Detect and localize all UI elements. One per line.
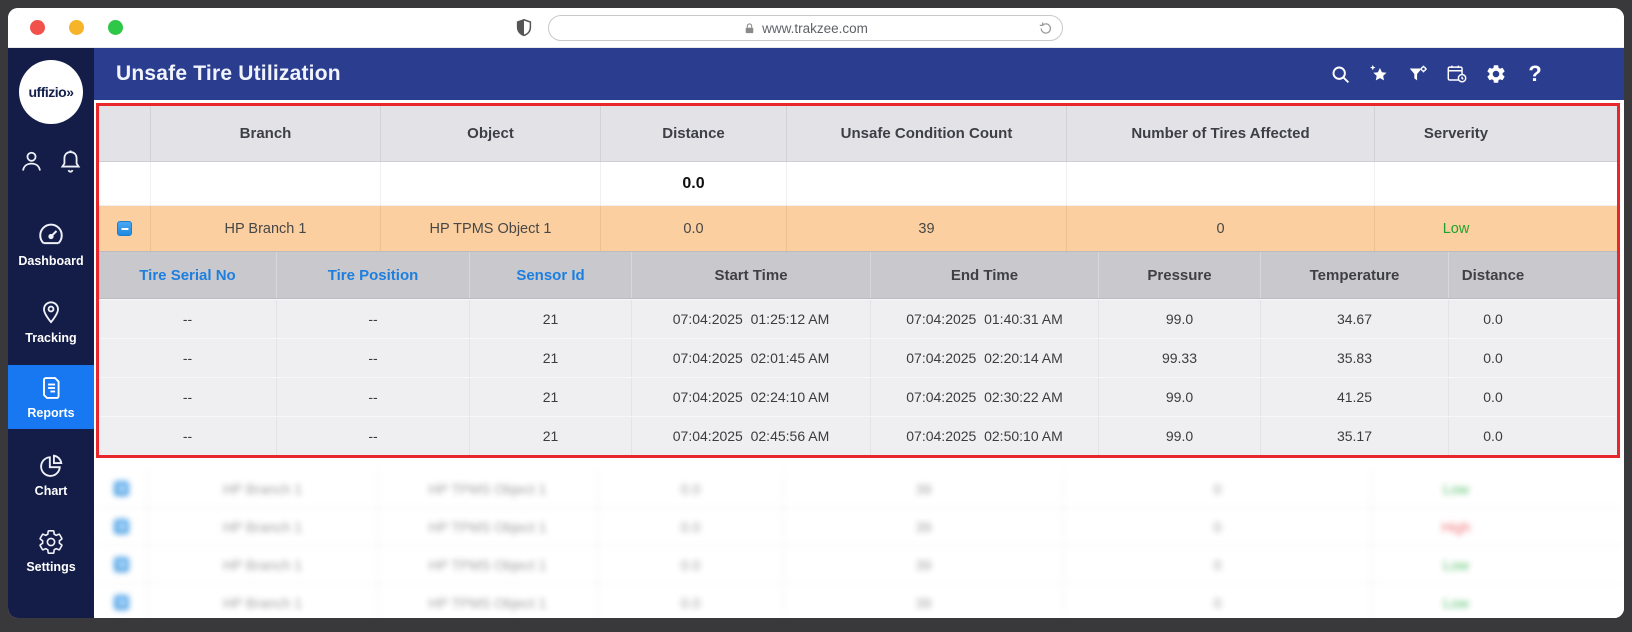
help-icon[interactable]: ? [1524,61,1546,86]
sidebar-item-label: Dashboard [18,254,84,268]
column-header-tires-affected[interactable]: Number of Tires Affected [1067,106,1375,161]
report-table-header: Branch Object Distance Unsafe Condition … [99,106,1617,162]
page-title: Unsafe Tire Utilization [116,62,341,85]
sidebar-item-tracking[interactable]: Tracking [8,290,94,354]
sidebar-item-chart[interactable]: Chart [8,443,94,507]
column-header-severity[interactable]: Serverity [1375,106,1617,161]
column-header-end-time[interactable]: End Time [871,252,1099,298]
sidebar-item-label: Settings [26,560,76,574]
column-header-start-time[interactable]: Start Time [632,252,871,298]
group-object: HP TPMS Object 1 [381,206,601,251]
group-distance: 0.0 [601,206,787,251]
app-logo[interactable]: uffizio» [19,60,83,124]
settings-gear-icon[interactable] [1485,63,1507,85]
summary-distance: 0.0 [601,162,787,205]
column-header-tire-serial[interactable]: Tire Serial No [99,252,277,298]
collapse-row-button[interactable] [117,221,132,236]
search-icon[interactable] [1329,63,1351,85]
column-header-object[interactable]: Object [381,106,601,161]
settings-gear-icon [39,529,63,555]
table-row: HP Branch 1 HP TPMS Object 1 0.0 39 0 Lo… [96,470,1620,508]
browser-chrome: www.trakzee.com [8,8,1624,48]
table-row: HP Branch 1 HP TPMS Object 1 0.0 39 0 Lo… [96,546,1620,584]
detail-table-header: Tire Serial No Tire Position Sensor Id S… [99,251,1617,299]
schedule-calendar-icon[interactable] [1446,63,1468,85]
filter-settings-icon[interactable] [1407,63,1429,85]
expanded-group-row: HP Branch 1 HP TPMS Object 1 0.0 39 0 Lo… [99,206,1617,251]
column-header-distance[interactable]: Distance [601,106,787,161]
expand-row-button[interactable] [114,557,129,572]
logo-text: uffizio» [28,84,75,100]
sidebar-item-settings[interactable]: Settings [8,519,94,583]
privacy-shield-icon[interactable] [513,16,535,40]
report-content: Branch Object Distance Unsafe Condition … [94,100,1624,618]
detail-row: -- -- 21 07:04:2025 02:45:56 AM 07:04:20… [99,416,1617,455]
sidebar-item-label: Chart [34,484,68,498]
sidebar: uffizio» Dashboard Tracking Reports Char… [8,48,94,618]
chart-pie-icon [40,454,63,477]
sidebar-item-dashboard[interactable]: Dashboard [8,211,94,277]
detail-row: -- -- 21 07:04:2025 01:25:12 AM 07:04:20… [99,299,1617,338]
column-header-branch[interactable]: Branch [151,106,381,161]
column-header-detail-distance[interactable]: Distance [1449,252,1617,298]
reports-document-icon [43,377,60,399]
minimize-button[interactable] [69,20,84,35]
user-icon[interactable] [18,148,45,175]
sidebar-item-label: Reports [27,406,75,420]
column-header-tire-position[interactable]: Tire Position [277,252,470,298]
close-button[interactable] [30,20,45,35]
column-header-sensor-id[interactable]: Sensor Id [470,252,632,298]
expand-column-header [99,106,151,161]
page-topbar: Unsafe Tire Utilization ? [94,48,1624,100]
address-bar[interactable]: www.trakzee.com [548,15,1063,41]
sidebar-item-label: Tracking [25,331,77,345]
reload-icon[interactable] [1037,20,1054,37]
notifications-bell-icon[interactable] [57,148,84,175]
unsafe-tire-report-table: Branch Object Distance Unsafe Condition … [96,103,1620,458]
lock-icon [745,22,754,33]
group-tires-affected: 0 [1067,206,1375,251]
group-severity: Low [1442,220,1470,237]
favorites-star-icon[interactable] [1368,63,1390,85]
sidebar-item-reports[interactable]: Reports [8,365,94,429]
window-frame: www.trakzee.com uffizio» Dashboard Track… [0,0,1632,632]
tracking-pin-icon [43,301,59,324]
dashboard-gauge-icon [39,223,63,245]
expand-row-button[interactable] [114,595,129,610]
table-row: HP Branch 1 HP TPMS Object 1 0.0 39 0 Hi… [96,508,1620,546]
url-text: www.trakzee.com [762,20,868,36]
column-header-unsafe-count[interactable]: Unsafe Condition Count [787,106,1067,161]
column-header-pressure[interactable]: Pressure [1099,252,1261,298]
group-unsafe-count: 39 [787,206,1067,251]
expand-row-button[interactable] [114,519,129,534]
expand-row-button[interactable] [114,481,129,496]
browser-window: www.trakzee.com uffizio» Dashboard Track… [8,8,1624,618]
detail-row: -- -- 21 07:04:2025 02:01:45 AM 07:04:20… [99,338,1617,377]
column-header-temperature[interactable]: Temperature [1261,252,1449,298]
blurred-rows-region: HP Branch 1 HP TPMS Object 1 0.0 39 0 Lo… [96,470,1620,618]
group-branch: HP Branch 1 [151,206,381,251]
summary-row: 0.0 [99,162,1617,206]
detail-row: -- -- 21 07:04:2025 02:24:10 AM 07:04:20… [99,377,1617,416]
table-row: HP Branch 1 HP TPMS Object 1 0.0 39 0 Lo… [96,584,1620,618]
zoom-button[interactable] [108,20,123,35]
